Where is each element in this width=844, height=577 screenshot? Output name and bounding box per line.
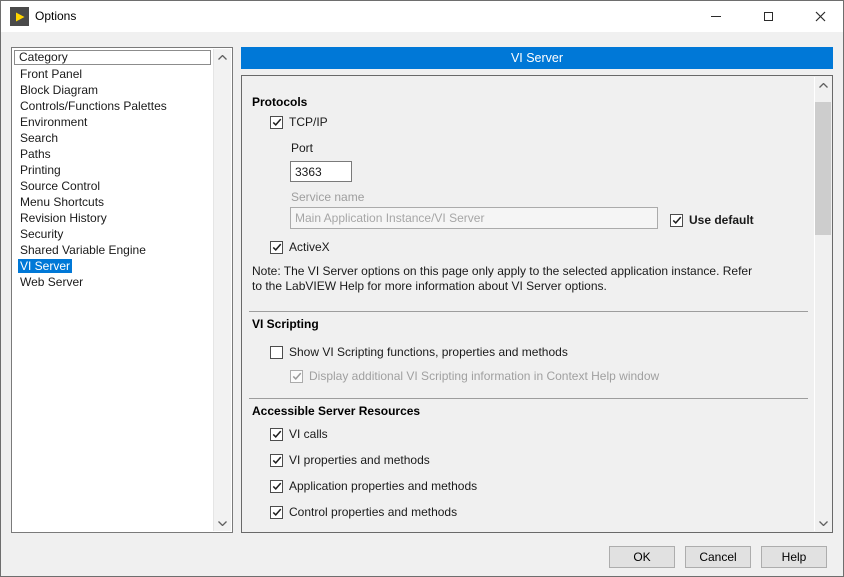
category-list: Category Front Panel Block Diagram Control… (11, 47, 233, 533)
note-text-line1: Note: The VI Server options on this page… (252, 264, 808, 279)
resource-checkbox[interactable] (270, 428, 283, 441)
maximize-button[interactable] (745, 1, 791, 32)
tcpip-checkbox-row[interactable]: TCP/IP (270, 114, 328, 130)
category-item-label: Revision History (18, 211, 109, 225)
scroll-down-icon[interactable] (815, 515, 831, 531)
note-text-line2: to the LabVIEW Help for more information… (252, 279, 808, 294)
page-title: VI Server (241, 47, 833, 69)
category-item-security[interactable]: Security (13, 226, 213, 242)
category-item-label: Shared Variable Engine (18, 243, 148, 257)
minimize-button[interactable] (693, 1, 739, 32)
port-input[interactable] (290, 161, 352, 182)
category-item-label: Printing (18, 163, 63, 177)
resource-label: VI calls (289, 427, 328, 441)
options-dialog: Options Category Front Panel Block Diagra… (0, 0, 844, 577)
category-item-label: Environment (18, 115, 89, 129)
category-item-label: Web Server (18, 275, 85, 289)
scroll-down-icon[interactable] (214, 515, 231, 531)
port-label: Port (291, 141, 313, 155)
category-item-paths[interactable]: Paths (13, 146, 213, 162)
category-item-revision-history[interactable]: Revision History (13, 210, 213, 226)
ok-button[interactable]: OK (609, 546, 675, 568)
activex-label: ActiveX (289, 240, 330, 254)
accessible-resources-heading: Accessible Server Resources (252, 404, 420, 418)
tcpip-checkbox[interactable] (270, 116, 283, 129)
category-item-label: Menu Shortcuts (18, 195, 106, 209)
resource-checkbox[interactable] (270, 480, 283, 493)
category-item-controls-functions-palettes[interactable]: Controls/Functions Palettes (13, 98, 213, 114)
vi-scripting-heading: VI Scripting (252, 317, 319, 331)
resource-label: Application properties and methods (289, 479, 477, 493)
resource-checkbox[interactable] (270, 454, 283, 467)
category-item-label: Source Control (18, 179, 102, 193)
window-title: Options (35, 9, 76, 23)
category-item-label: Search (18, 131, 60, 145)
category-item-printing[interactable]: Printing (13, 162, 213, 178)
service-name-label: Service name (291, 190, 364, 204)
show-vi-scripting-label: Show VI Scripting functions, properties … (289, 345, 568, 359)
category-item-label: Paths (18, 147, 53, 161)
category-item-source-control[interactable]: Source Control (13, 178, 213, 194)
category-list-header: Category (14, 50, 211, 65)
category-item-label: Security (18, 227, 65, 241)
show-vi-scripting-checkbox-row[interactable]: Show VI Scripting functions, properties … (270, 344, 568, 360)
category-item-web-server[interactable]: Web Server (13, 274, 213, 290)
settings-panel: Protocols TCP/IP Port Service name Use d… (241, 75, 833, 533)
category-items: Front Panel Block Diagram Controls/Functio… (13, 66, 213, 531)
tcpip-label: TCP/IP (289, 115, 328, 129)
resource-checkbox-row-vi-calls[interactable]: VI calls (270, 426, 328, 442)
display-additional-checkbox-row: Display additional VI Scripting informat… (290, 368, 659, 384)
category-item-front-panel[interactable]: Front Panel (13, 66, 213, 82)
use-default-label: Use default (689, 213, 754, 227)
help-button[interactable]: Help (761, 546, 827, 568)
minimize-icon (711, 16, 721, 17)
titlebar: Options (1, 1, 843, 32)
display-additional-label: Display additional VI Scripting informat… (309, 369, 659, 383)
scrollbar-thumb[interactable] (815, 102, 831, 235)
category-item-label: Front Panel (18, 67, 84, 81)
category-item-shared-variable-engine[interactable]: Shared Variable Engine (13, 242, 213, 258)
resource-checkbox-row-control-properties-and-methods[interactable]: Control properties and methods (270, 504, 457, 520)
labview-logo-icon (10, 7, 29, 26)
resource-label: VI properties and methods (289, 453, 430, 467)
close-icon (815, 11, 826, 22)
category-item-label: Controls/Functions Palettes (18, 99, 169, 113)
category-item-label: Block Diagram (18, 83, 100, 97)
activex-checkbox-row[interactable]: ActiveX (270, 239, 330, 255)
category-item-search[interactable]: Search (13, 130, 213, 146)
protocols-heading: Protocols (252, 95, 307, 109)
use-default-checkbox-row[interactable]: Use default (670, 212, 754, 228)
section-divider (249, 311, 808, 312)
scroll-up-icon[interactable] (214, 49, 231, 65)
section-divider (249, 398, 808, 399)
category-item-menu-shortcuts[interactable]: Menu Shortcuts (13, 194, 213, 210)
resource-label: Control properties and methods (289, 505, 457, 519)
scroll-up-icon[interactable] (815, 77, 831, 93)
category-item-vi-server[interactable]: VI Server (13, 258, 213, 274)
show-vi-scripting-checkbox[interactable] (270, 346, 283, 359)
display-additional-checkbox (290, 370, 303, 383)
category-scrollbar[interactable] (213, 49, 231, 531)
resource-checkbox[interactable] (270, 506, 283, 519)
resource-checkbox-row-vi-properties-and-methods[interactable]: VI properties and methods (270, 452, 430, 468)
category-item-environment[interactable]: Environment (13, 114, 213, 130)
category-item-label: VI Server (18, 259, 72, 273)
maximize-icon (764, 12, 773, 21)
cancel-button[interactable]: Cancel (685, 546, 751, 568)
use-default-checkbox[interactable] (670, 214, 683, 227)
category-item-block-diagram[interactable]: Block Diagram (13, 82, 213, 98)
panel-scrollbar[interactable] (814, 77, 831, 531)
resource-checkbox-row-application-properties-and-methods[interactable]: Application properties and methods (270, 478, 477, 494)
close-button[interactable] (797, 1, 843, 32)
activex-checkbox[interactable] (270, 241, 283, 254)
service-name-input[interactable] (290, 207, 658, 229)
